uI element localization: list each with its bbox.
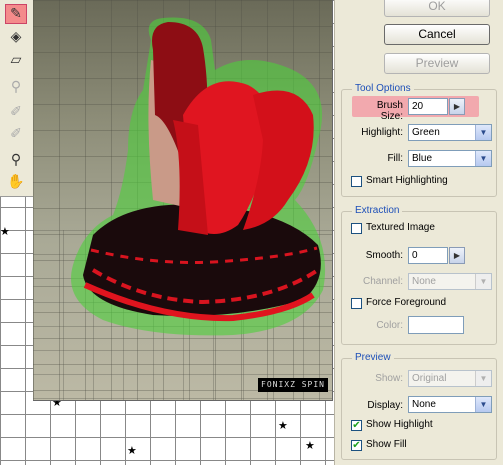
grid-star-mark: ★: [278, 419, 288, 432]
highlight-color-value: Green: [412, 127, 440, 138]
chevron-down-icon: ▼: [475, 371, 491, 386]
zoom-tool-icon[interactable]: ⚲: [5, 150, 27, 170]
image-canvas[interactable]: FONIXZ SPIN: [33, 0, 333, 401]
textured-image-label: Textured Image: [366, 222, 435, 233]
force-foreground-label: Force Foreground: [366, 297, 447, 308]
highlight-label: Highlight:: [361, 127, 403, 138]
show-select: Original ▼: [408, 370, 492, 387]
show-highlight-checkbox[interactable]: ✔: [351, 420, 362, 431]
fill-color-value: Blue: [412, 153, 433, 164]
brush-size-slider-button[interactable]: ▶: [449, 98, 465, 115]
chevron-down-icon[interactable]: ▼: [475, 151, 491, 166]
brush-size-input[interactable]: 20: [408, 98, 448, 115]
preview-legend: Preview: [352, 352, 394, 363]
textured-image-checkbox[interactable]: [351, 223, 362, 234]
grid-star-mark: ★: [0, 225, 10, 238]
smart-highlighting-label: Smart Highlighting: [366, 175, 448, 186]
show-highlight-label: Show Highlight: [366, 419, 433, 430]
chevron-down-icon: ▼: [475, 274, 491, 289]
ok-button[interactable]: OK: [384, 0, 490, 17]
display-value: None: [412, 399, 436, 410]
grid-star-mark: ★: [305, 439, 315, 452]
tool-options-legend: Tool Options: [352, 83, 414, 94]
highlight-color-select[interactable]: Green ▼: [408, 124, 492, 141]
eraser-tool-icon[interactable]: ▱: [5, 50, 27, 70]
brush-size-label: Brush Size:: [376, 100, 403, 122]
edge-highlighter-tool-icon[interactable]: ✎: [5, 4, 27, 24]
chevron-down-icon[interactable]: ▼: [475, 397, 491, 412]
extraction-legend: Extraction: [352, 205, 403, 216]
channel-value: None: [412, 276, 436, 287]
extract-options-panel: OK Cancel Preview Tool Options Brush Siz…: [334, 0, 503, 465]
cleanup-tool-icon: ✐: [10, 104, 22, 120]
preview-button[interactable]: Preview: [384, 53, 490, 74]
chevron-down-icon[interactable]: ▼: [475, 125, 491, 140]
eyedropper-tool-icon: ⚲: [10, 79, 22, 95]
show-fill-checkbox[interactable]: ✔: [351, 440, 362, 451]
toolbox: ✎ ◈ ▱ ⚲ ✐ ✐ ⚲ ✋: [0, 0, 34, 197]
fill-color-select[interactable]: Blue ▼: [408, 150, 492, 167]
color-label: Color:: [376, 320, 403, 331]
display-select[interactable]: None ▼: [408, 396, 492, 413]
watermark: FONIXZ SPIN: [258, 378, 328, 392]
fill-tool-icon[interactable]: ◈: [5, 27, 27, 47]
smart-highlighting-checkbox[interactable]: [351, 176, 362, 187]
display-label: Display:: [367, 400, 403, 411]
show-value: Original: [412, 373, 447, 384]
smooth-label: Smooth:: [365, 250, 403, 261]
foreground-color-swatch: [408, 316, 464, 334]
smooth-input[interactable]: 0: [408, 247, 448, 264]
hand-tool-icon[interactable]: ✋: [5, 172, 27, 192]
show-label: Show:: [375, 373, 403, 384]
edge-touchup-tool-icon: ✐: [10, 126, 22, 142]
smooth-slider-button[interactable]: ▶: [449, 247, 465, 264]
channel-label: Channel:: [362, 276, 403, 287]
force-foreground-checkbox[interactable]: [351, 298, 362, 309]
channel-select: None ▼: [408, 273, 492, 290]
fill-label: Fill:: [387, 153, 403, 164]
cancel-button[interactable]: Cancel: [384, 24, 490, 45]
grid-star-mark: ★: [127, 444, 137, 457]
subject-illustration: [71, 17, 326, 336]
show-fill-label: Show Fill: [366, 439, 407, 450]
